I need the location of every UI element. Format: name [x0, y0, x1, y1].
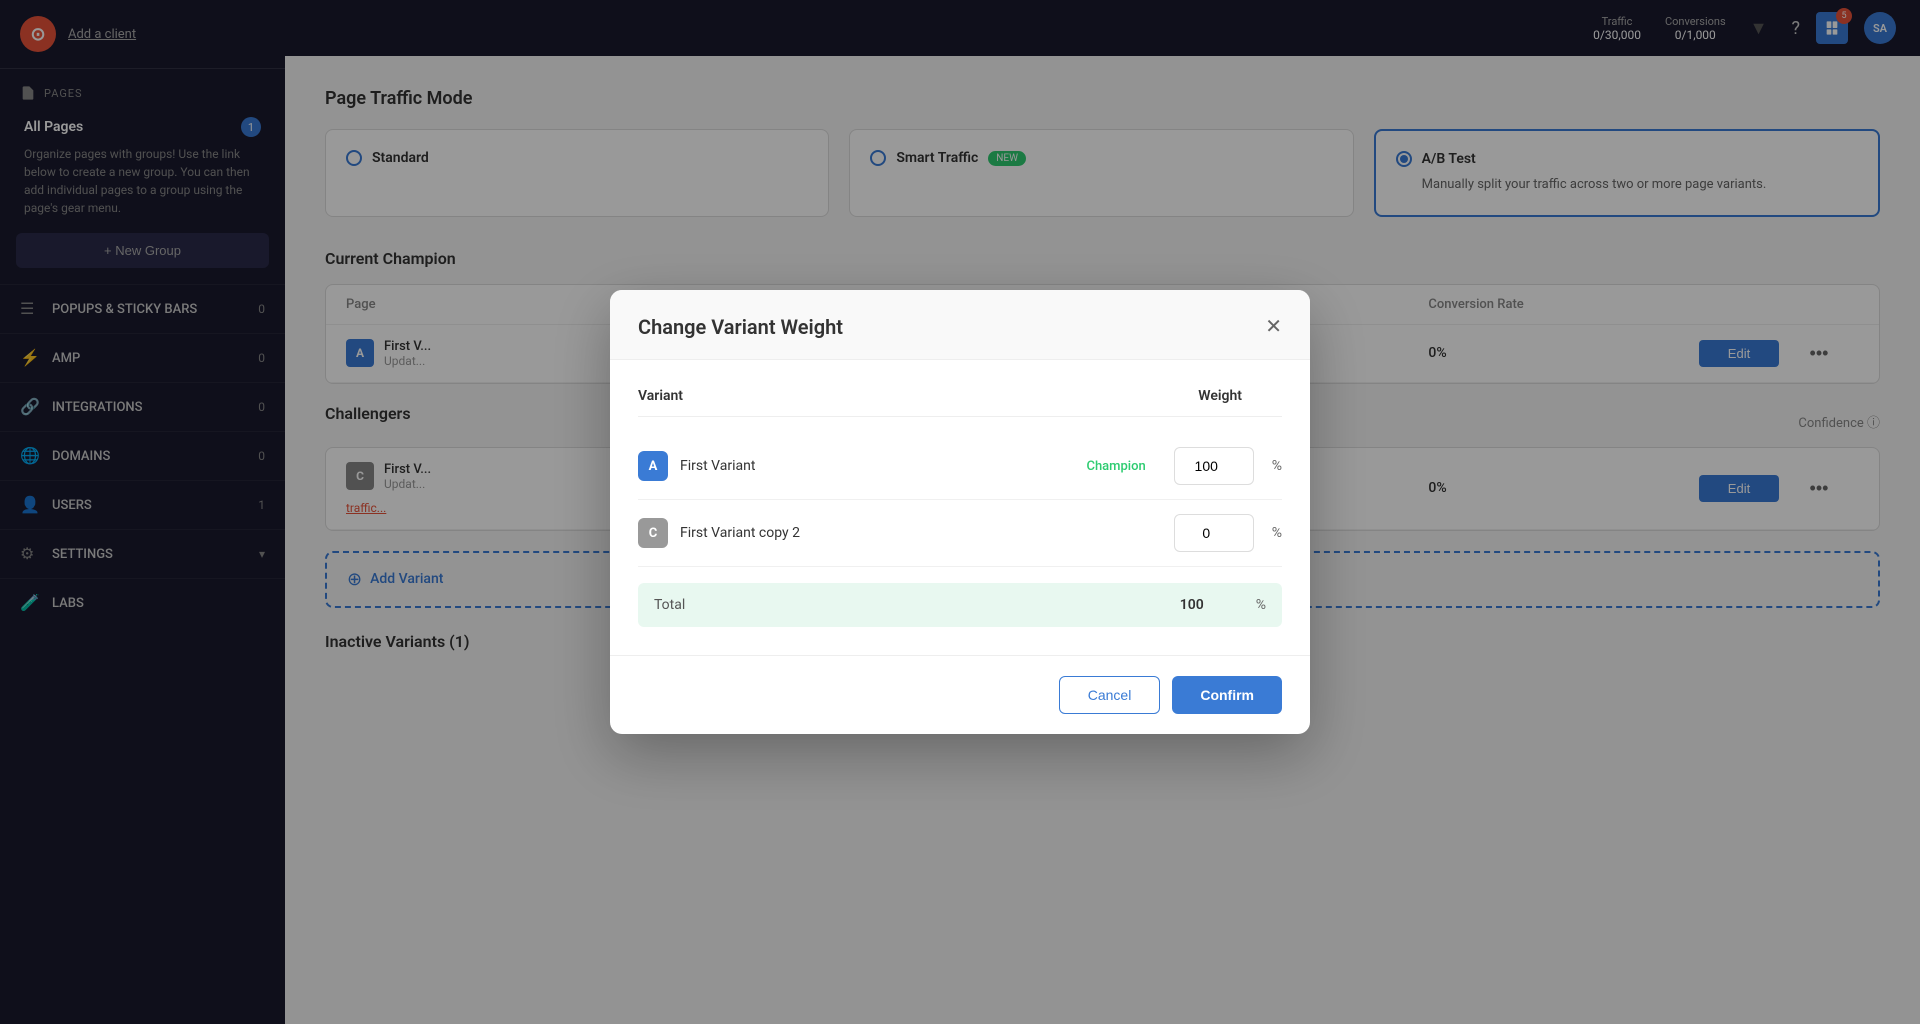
variant-a-badge: A	[638, 451, 668, 481]
modal-col-headers: Variant Weight	[638, 388, 1282, 417]
total-row: Total 100 %	[638, 583, 1282, 627]
modal-header: Change Variant Weight ✕	[610, 290, 1310, 360]
modal-footer: Cancel Confirm	[610, 655, 1310, 734]
variant-row-1: A First Variant Champion %	[638, 433, 1282, 500]
variant-c-weight-input[interactable]	[1174, 514, 1254, 552]
modal-body: Variant Weight A First Variant Champion …	[610, 360, 1310, 655]
variant-a-weight-input[interactable]	[1174, 447, 1254, 485]
champion-tag: Champion	[1086, 459, 1145, 474]
weight-col-header: Weight	[1198, 388, 1282, 404]
variant-a-label: First Variant	[680, 458, 1074, 474]
variant-c-percent: %	[1272, 525, 1282, 541]
modal-title: Change Variant Weight	[638, 315, 843, 339]
total-label: Total	[654, 597, 1180, 613]
variant-row-2: C First Variant copy 2 %	[638, 500, 1282, 567]
confirm-button[interactable]: Confirm	[1172, 676, 1282, 714]
total-value: 100	[1180, 597, 1204, 613]
variant-c-badge: C	[638, 518, 668, 548]
change-variant-weight-modal: Change Variant Weight ✕ Variant Weight A…	[610, 290, 1310, 734]
modal-close-button[interactable]: ✕	[1265, 314, 1282, 339]
variant-col-header: Variant	[638, 388, 1198, 404]
modal-overlay: Change Variant Weight ✕ Variant Weight A…	[0, 0, 1920, 1024]
total-percent: %	[1256, 597, 1266, 613]
cancel-button[interactable]: Cancel	[1059, 676, 1161, 714]
variant-c-label: First Variant copy 2	[680, 525, 1134, 541]
variant-a-percent: %	[1272, 458, 1282, 474]
